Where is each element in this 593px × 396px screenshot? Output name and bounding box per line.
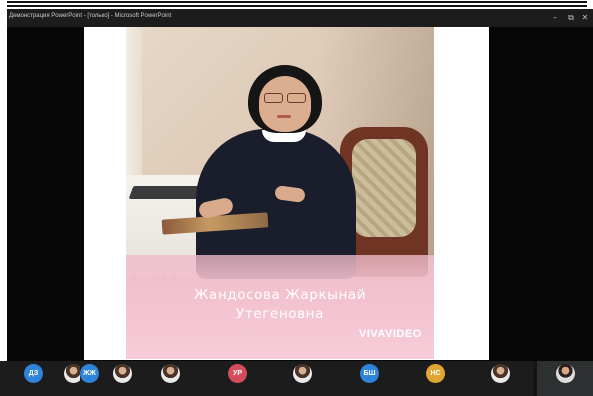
- close-button[interactable]: ✕: [579, 12, 591, 24]
- participant-photo: [113, 364, 132, 383]
- participant-tile[interactable]: [138, 361, 205, 396]
- speaker-face: [259, 76, 311, 132]
- participant-tile[interactable]: НС: [402, 361, 469, 396]
- vivavideo-watermark: VIVAVIDEO: [359, 328, 422, 340]
- participant-tile[interactable]: [468, 361, 535, 396]
- top-edge-bars: [0, 0, 593, 9]
- participant-name: [144, 386, 200, 393]
- participant-name: [342, 386, 398, 393]
- participant-tile[interactable]: [108, 361, 139, 396]
- participant-tile[interactable]: [270, 361, 337, 396]
- top-bar-line: [6, 1, 587, 3]
- participant-strip: ДЗ ЖЖ УР БШ НС: [0, 361, 593, 396]
- participant-name: [408, 386, 464, 393]
- participant-tile[interactable]: ЖЖ: [80, 361, 109, 396]
- participant-photo: [556, 364, 575, 383]
- speaker-video-frame: Жандосова Жаркынай Утегеновна VIVAVIDEO: [126, 27, 434, 359]
- chair-pad: [352, 139, 416, 237]
- top-bar-line-secondary: [6, 5, 587, 7]
- participant-avatar: ЖЖ: [80, 364, 99, 383]
- participant-avatar: НС: [426, 364, 445, 383]
- participant-tile[interactable]: БШ: [336, 361, 403, 396]
- presentation-slide: Жандосова Жаркынай Утегеновна VIVAVIDEO: [84, 27, 489, 360]
- active-speaker-tile[interactable]: [537, 361, 593, 396]
- window-title: Демонстрация PowerPoint - [только] - Mic…: [9, 13, 172, 19]
- participant-photo: [293, 364, 312, 383]
- participant-photo: [161, 364, 180, 383]
- left-white-strip: [0, 0, 7, 361]
- minimize-button[interactable]: –: [549, 12, 561, 24]
- speaker-name-line-2: Утегеновна: [236, 306, 324, 322]
- participant-avatar: БШ: [360, 364, 379, 383]
- participant-photo: [491, 364, 510, 383]
- glasses-icon: [263, 93, 307, 103]
- participant-name: [276, 386, 332, 393]
- restore-button[interactable]: ⧉: [565, 12, 577, 24]
- participant-avatar: УР: [228, 364, 247, 383]
- participant-tile[interactable]: УР: [204, 361, 271, 396]
- speaker-name-line-1: Жандосова Жаркынай: [193, 287, 367, 303]
- participant-name: [6, 386, 62, 393]
- participant-name: [474, 386, 530, 393]
- powerpoint-title-bar: Демонстрация PowerPoint - [только] - Mic…: [7, 9, 593, 27]
- shared-screen: Демонстрация PowerPoint - [только] - Mic…: [7, 9, 593, 361]
- participant-name: [210, 386, 266, 393]
- participant-avatar: ДЗ: [24, 364, 43, 383]
- speaker-mouth: [277, 115, 291, 118]
- participant-name: [541, 386, 593, 393]
